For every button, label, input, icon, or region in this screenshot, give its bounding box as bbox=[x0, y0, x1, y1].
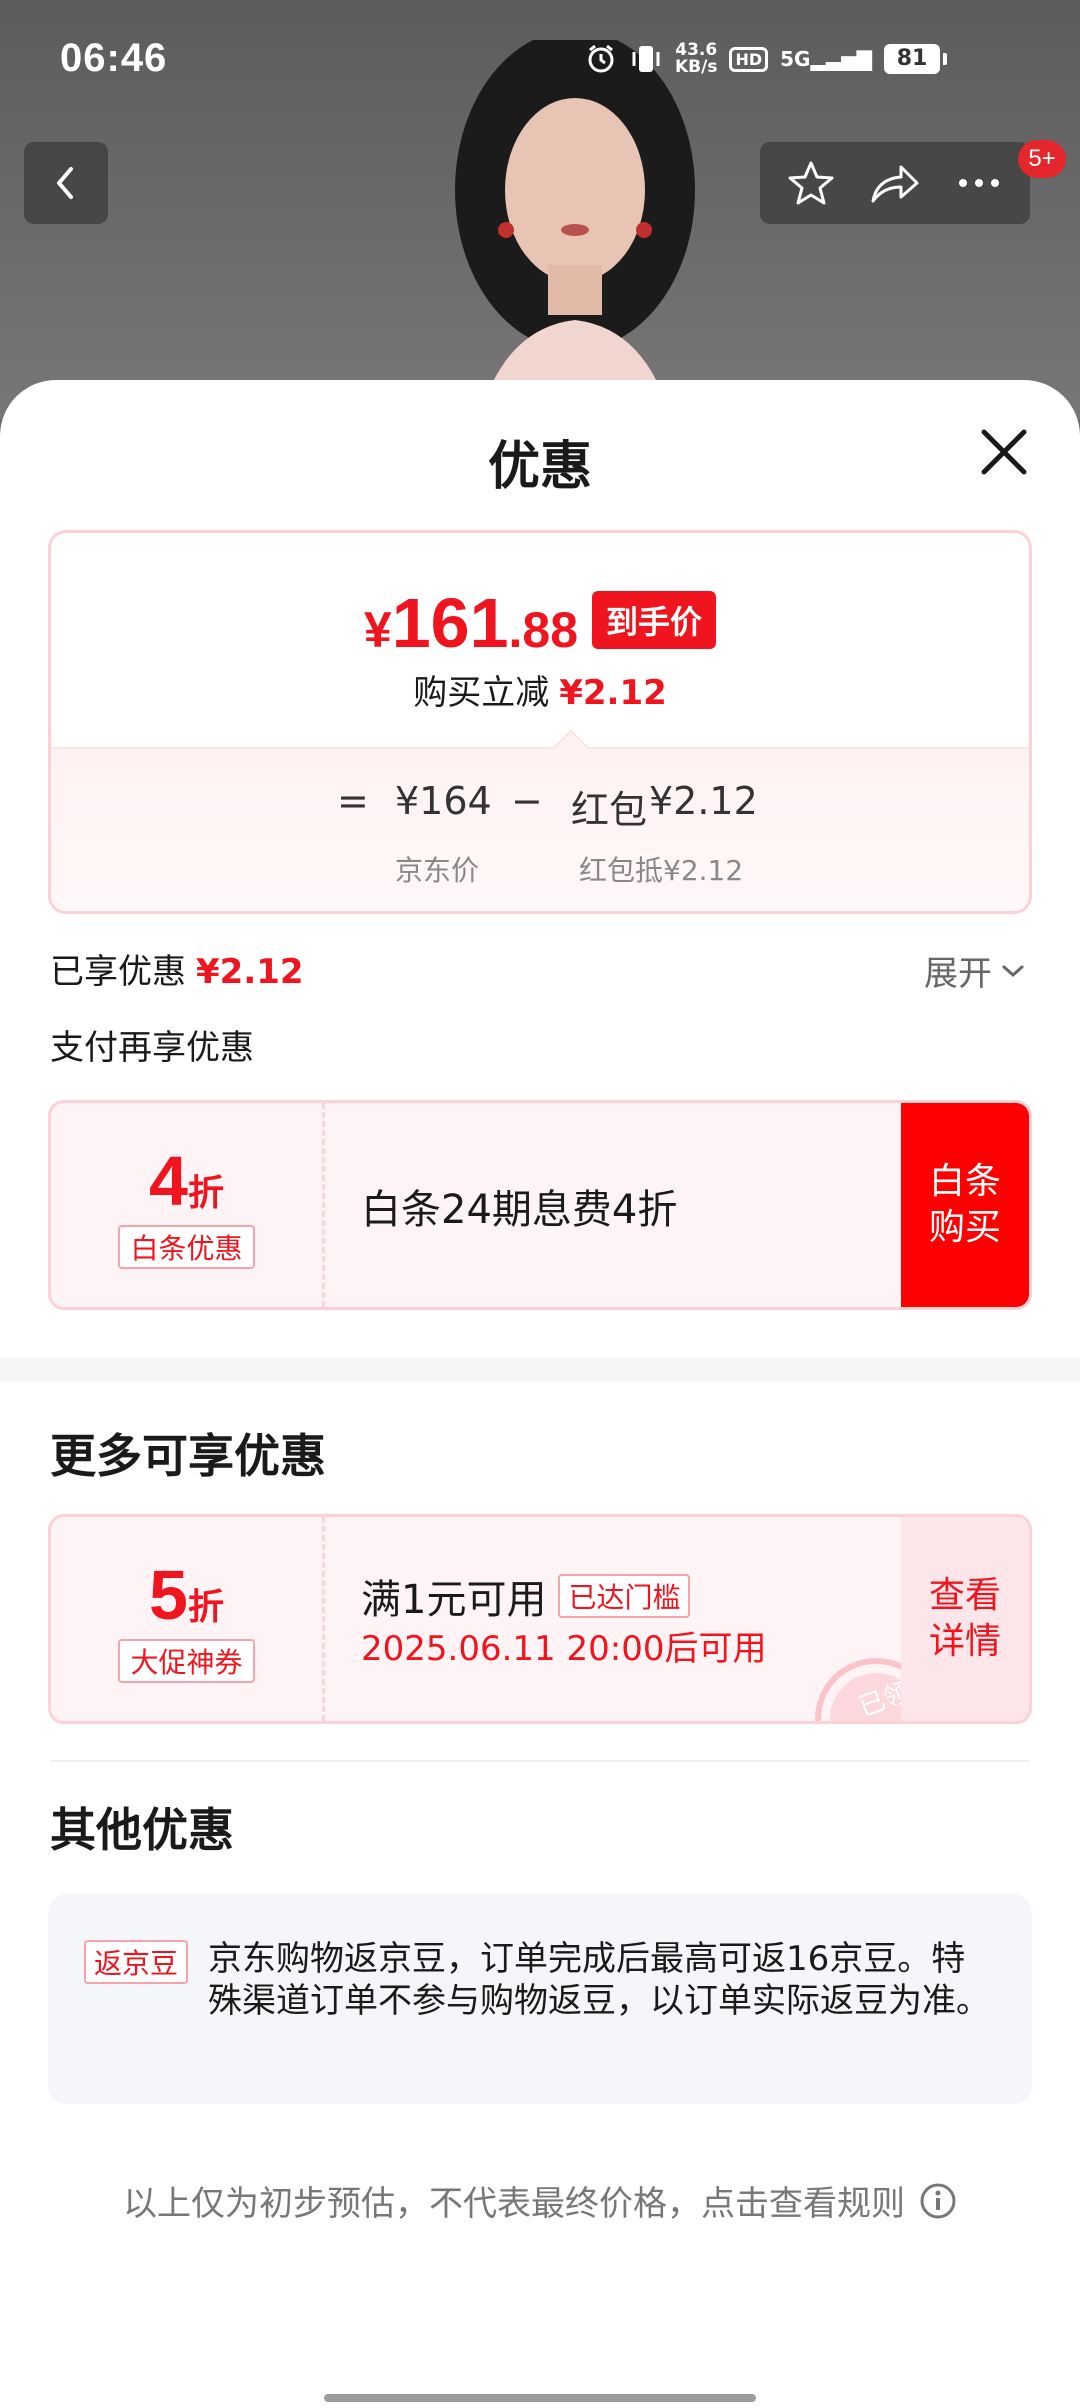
net-speed-unit: KB/s bbox=[674, 57, 718, 77]
equals-sign: = bbox=[337, 779, 369, 823]
chevron-down-icon bbox=[1002, 965, 1024, 977]
enjoyed-label: 已享优惠 bbox=[50, 952, 186, 992]
rules-link[interactable]: 以上仅为初步预估，不代表最终价格，点击查看规则 bbox=[0, 2176, 1080, 2225]
pay-more-label: 支付再享优惠 bbox=[50, 1028, 254, 1068]
promo-condition: 满1元可用 bbox=[361, 1577, 547, 1623]
section-separator bbox=[50, 1760, 1030, 1762]
net-speed: 43.6 KB/s bbox=[675, 42, 717, 76]
jd-price-value: ¥164 bbox=[395, 779, 492, 823]
promo-condition-row: 满1元可用 已达门槛 bbox=[361, 1567, 691, 1625]
baitiao-buy-button[interactable]: 白条 购买 bbox=[901, 1103, 1029, 1307]
view-details-line2: 详情 bbox=[928, 1621, 1001, 1662]
battery-icon: 81 bbox=[884, 44, 947, 74]
promo-time: 2025.06.11 20:00后可用 bbox=[361, 1629, 767, 1669]
footer-note-text: 以上仅为初步预估，不代表最终价格，点击查看规则 bbox=[123, 2184, 905, 2224]
share-icon[interactable] bbox=[867, 157, 923, 209]
nav-action-group bbox=[760, 142, 1030, 224]
price-decimal: .88 bbox=[508, 602, 579, 658]
close-icon[interactable] bbox=[974, 422, 1034, 482]
baitiao-buy-line1: 白条 bbox=[928, 1161, 1001, 1202]
promo-discount-num: 5 bbox=[149, 1556, 188, 1634]
signal-label: 5G bbox=[780, 47, 811, 71]
vibrate-icon bbox=[632, 46, 660, 72]
promo-tag: 大促神券 bbox=[118, 1639, 255, 1683]
instant-reduce-value: ¥2.12 bbox=[559, 673, 667, 713]
price-currency: ¥ bbox=[363, 602, 392, 658]
threshold-reached-badge: 已达门槛 bbox=[558, 1574, 691, 1618]
star-icon[interactable] bbox=[785, 157, 837, 209]
baitiao-coupon-card: 4折 白条优惠 白条24期息费4折 白条 购买 bbox=[48, 1100, 1032, 1310]
view-details-line1: 查看 bbox=[928, 1575, 1001, 1616]
final-price-tag: 到手价 bbox=[592, 591, 717, 649]
jd-price-caption: 京东价 bbox=[395, 854, 480, 887]
home-indicator[interactable] bbox=[324, 2394, 756, 2402]
baitiao-coupon-discount: 4折 白条优惠 bbox=[51, 1103, 325, 1307]
jd-bean-tag: 返京豆 bbox=[84, 1940, 189, 1984]
baitiao-discount-unit: 折 bbox=[187, 1172, 224, 1213]
instant-reduce-label: 购买立减 bbox=[413, 673, 550, 713]
enjoyed-value: ¥2.12 bbox=[196, 952, 304, 992]
status-bar: 06:46 43.6 KB/s HD 5G▂▃▅▇ 81 bbox=[0, 0, 1080, 120]
promo-discount-unit: 折 bbox=[187, 1586, 224, 1627]
minus-sign: − bbox=[511, 779, 543, 823]
jd-bean-rebate-box: 返京豆 京东购物返京豆，订单完成后最高可返16京豆。特殊渠道订单不参与购物返豆，… bbox=[48, 1894, 1032, 2104]
price-summary: ¥161.88 到手价 购买立减 ¥2.12 bbox=[51, 533, 1029, 747]
view-details-button[interactable]: 查看 详情 bbox=[901, 1517, 1029, 1721]
promo-coupon-discount: 5折 大促神券 bbox=[51, 1517, 325, 1721]
hd-icon: HD bbox=[729, 46, 769, 72]
more-icon[interactable] bbox=[953, 157, 1005, 209]
baitiao-buy-line2: 购买 bbox=[928, 1207, 1001, 1248]
discount-sheet: 优惠 ¥161.88 到手价 购买立减 ¥2.12 = ¥164 − 红包 ¥2.… bbox=[0, 380, 1080, 2408]
redpacket-value: ¥2.12 bbox=[649, 779, 758, 823]
jd-bean-rebate-text: 京东购物返京豆，订单完成后最高可返16京豆。特殊渠道订单不参与购物返豆，以订单实… bbox=[208, 1939, 990, 2021]
more-discounts-title: 更多可享优惠 bbox=[50, 1429, 326, 1483]
chevron-left-icon bbox=[57, 167, 73, 199]
sheet-title: 优惠 bbox=[487, 437, 592, 497]
baitiao-discount-num: 4 bbox=[149, 1142, 188, 1220]
expand-label: 展开 bbox=[924, 954, 992, 994]
final-price-card: ¥161.88 到手价 购买立减 ¥2.12 = ¥164 − 红包 ¥2.12 … bbox=[48, 530, 1032, 914]
status-time: 06:46 bbox=[60, 36, 168, 80]
enjoyed-discount-row: 已享优惠 ¥2.12 bbox=[50, 944, 304, 993]
baitiao-tag: 白条优惠 bbox=[118, 1225, 255, 1269]
status-icons: 43.6 KB/s HD 5G▂▃▅▇ 81 bbox=[585, 42, 947, 76]
section-divider bbox=[0, 1358, 1080, 1382]
baitiao-description: 白条24期息费4折 bbox=[361, 1187, 678, 1233]
back-button[interactable] bbox=[24, 142, 108, 224]
expand-button[interactable]: 展开 bbox=[924, 946, 1026, 995]
other-discounts-title: 其他优惠 bbox=[50, 1803, 234, 1857]
redpacket-label: 红包 bbox=[571, 788, 648, 832]
signal-icon: 5G▂▃▅▇ bbox=[780, 47, 872, 71]
baitiao-discount-value: 4折 bbox=[149, 1141, 224, 1221]
price-formula: = ¥164 − 红包 ¥2.12 京东价 红包抵¥2.12 bbox=[51, 747, 1029, 911]
final-price-row: ¥161.88 到手价 bbox=[51, 583, 1029, 663]
alarm-icon bbox=[588, 44, 614, 73]
promo-coupon-card: 5折 大促神券 满1元可用 已达门槛 2025.06.11 20:00后可用 已… bbox=[48, 1514, 1032, 1724]
message-count-badge: 5+ bbox=[1018, 140, 1066, 178]
info-icon bbox=[920, 2183, 956, 2218]
redpacket-caption: 红包抵¥2.12 bbox=[579, 854, 744, 887]
price-integer: 161 bbox=[391, 584, 509, 662]
final-price: ¥161.88 bbox=[364, 583, 578, 663]
instant-reduce-row: 购买立减 ¥2.12 bbox=[51, 665, 1029, 714]
promo-discount-value: 5折 bbox=[149, 1555, 224, 1635]
